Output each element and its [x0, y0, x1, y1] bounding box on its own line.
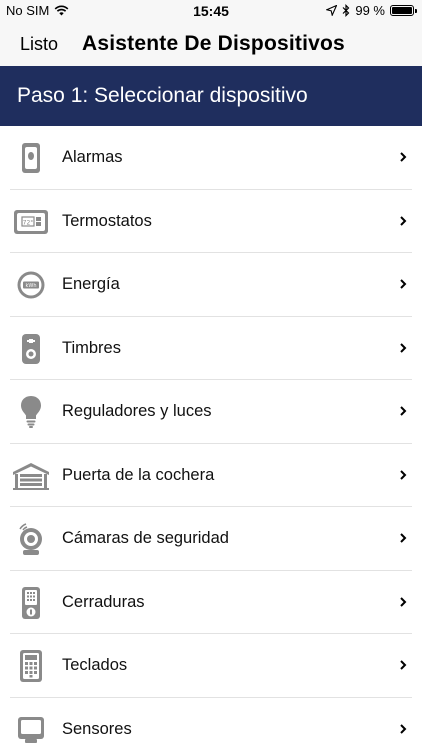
svg-text:kWh: kWh — [25, 283, 36, 289]
garage-door-icon — [12, 458, 50, 494]
device-label: Puerta de la cochera — [62, 465, 215, 484]
light-bulb-icon — [12, 394, 50, 430]
device-label: Alarmas — [62, 148, 123, 166]
device-item-alarmas[interactable]: Alarmas — [0, 126, 422, 190]
device-item-energia[interactable]: kWh Energía — [0, 253, 422, 317]
device-label: Reguladores y luces — [62, 402, 212, 420]
status-bar: No SIM 15:45 99 % — [0, 0, 422, 22]
device-item-teclados[interactable]: Teclados — [0, 634, 422, 698]
battery-icon — [390, 5, 417, 16]
alarm-panel-icon — [12, 140, 50, 176]
device-item-reguladores[interactable]: Reguladores y luces — [0, 380, 422, 444]
chevron-right-icon — [400, 533, 407, 543]
device-label: Sensores — [62, 719, 132, 738]
bluetooth-icon — [342, 4, 350, 17]
chevron-right-icon — [400, 215, 407, 226]
device-label: Cerraduras — [62, 592, 145, 611]
device-item-termostatos[interactable]: 72° Termostatos — [0, 190, 422, 254]
door-lock-icon — [12, 585, 50, 621]
svg-text:72°: 72° — [23, 219, 34, 226]
device-label: Teclados — [62, 656, 128, 674]
doorbell-icon — [12, 331, 50, 367]
sensor-icon — [12, 712, 50, 748]
energy-meter-icon: kWh — [12, 267, 50, 303]
device-label: Termostatos — [62, 211, 152, 230]
device-label: Timbres — [62, 338, 121, 357]
chevron-right-icon — [400, 596, 407, 607]
device-label: Cámaras de seguridad — [62, 529, 229, 547]
device-list: Alarmas 72° Termostatos kWh Energía Timb… — [0, 126, 422, 750]
security-camera-icon — [12, 521, 50, 557]
chevron-right-icon — [400, 660, 407, 670]
chevron-right-icon — [400, 723, 407, 734]
status-right: 99 % — [326, 3, 417, 18]
step-header: Paso 1: Seleccionar dispositivo — [0, 66, 422, 126]
battery-text: 99 % — [355, 3, 385, 18]
device-item-timbres[interactable]: Timbres — [0, 317, 422, 381]
device-item-camaras[interactable]: Cámaras de seguridad — [0, 507, 422, 571]
battery-fill — [392, 7, 412, 14]
chevron-right-icon — [400, 469, 407, 480]
keypad-icon — [12, 648, 50, 684]
page-title: Asistente De Dispositivos — [82, 32, 345, 55]
location-arrow-icon — [326, 5, 338, 16]
chevron-right-icon — [400, 342, 407, 353]
thermostat-icon: 72° — [12, 204, 50, 240]
navigation-bar: Listo Asistente De Dispositivos — [0, 22, 422, 66]
step-title: Paso 1: Seleccionar dispositivo — [17, 84, 308, 107]
device-item-sensores[interactable]: Sensores — [0, 698, 422, 750]
device-item-cerraduras[interactable]: Cerraduras — [0, 571, 422, 635]
done-button[interactable]: Listo — [20, 34, 58, 55]
chevron-right-icon — [400, 406, 407, 416]
chevron-right-icon — [400, 152, 407, 162]
device-item-cochera[interactable]: Puerta de la cochera — [0, 444, 422, 508]
chevron-right-icon — [400, 279, 407, 289]
device-label: Energía — [62, 275, 120, 293]
